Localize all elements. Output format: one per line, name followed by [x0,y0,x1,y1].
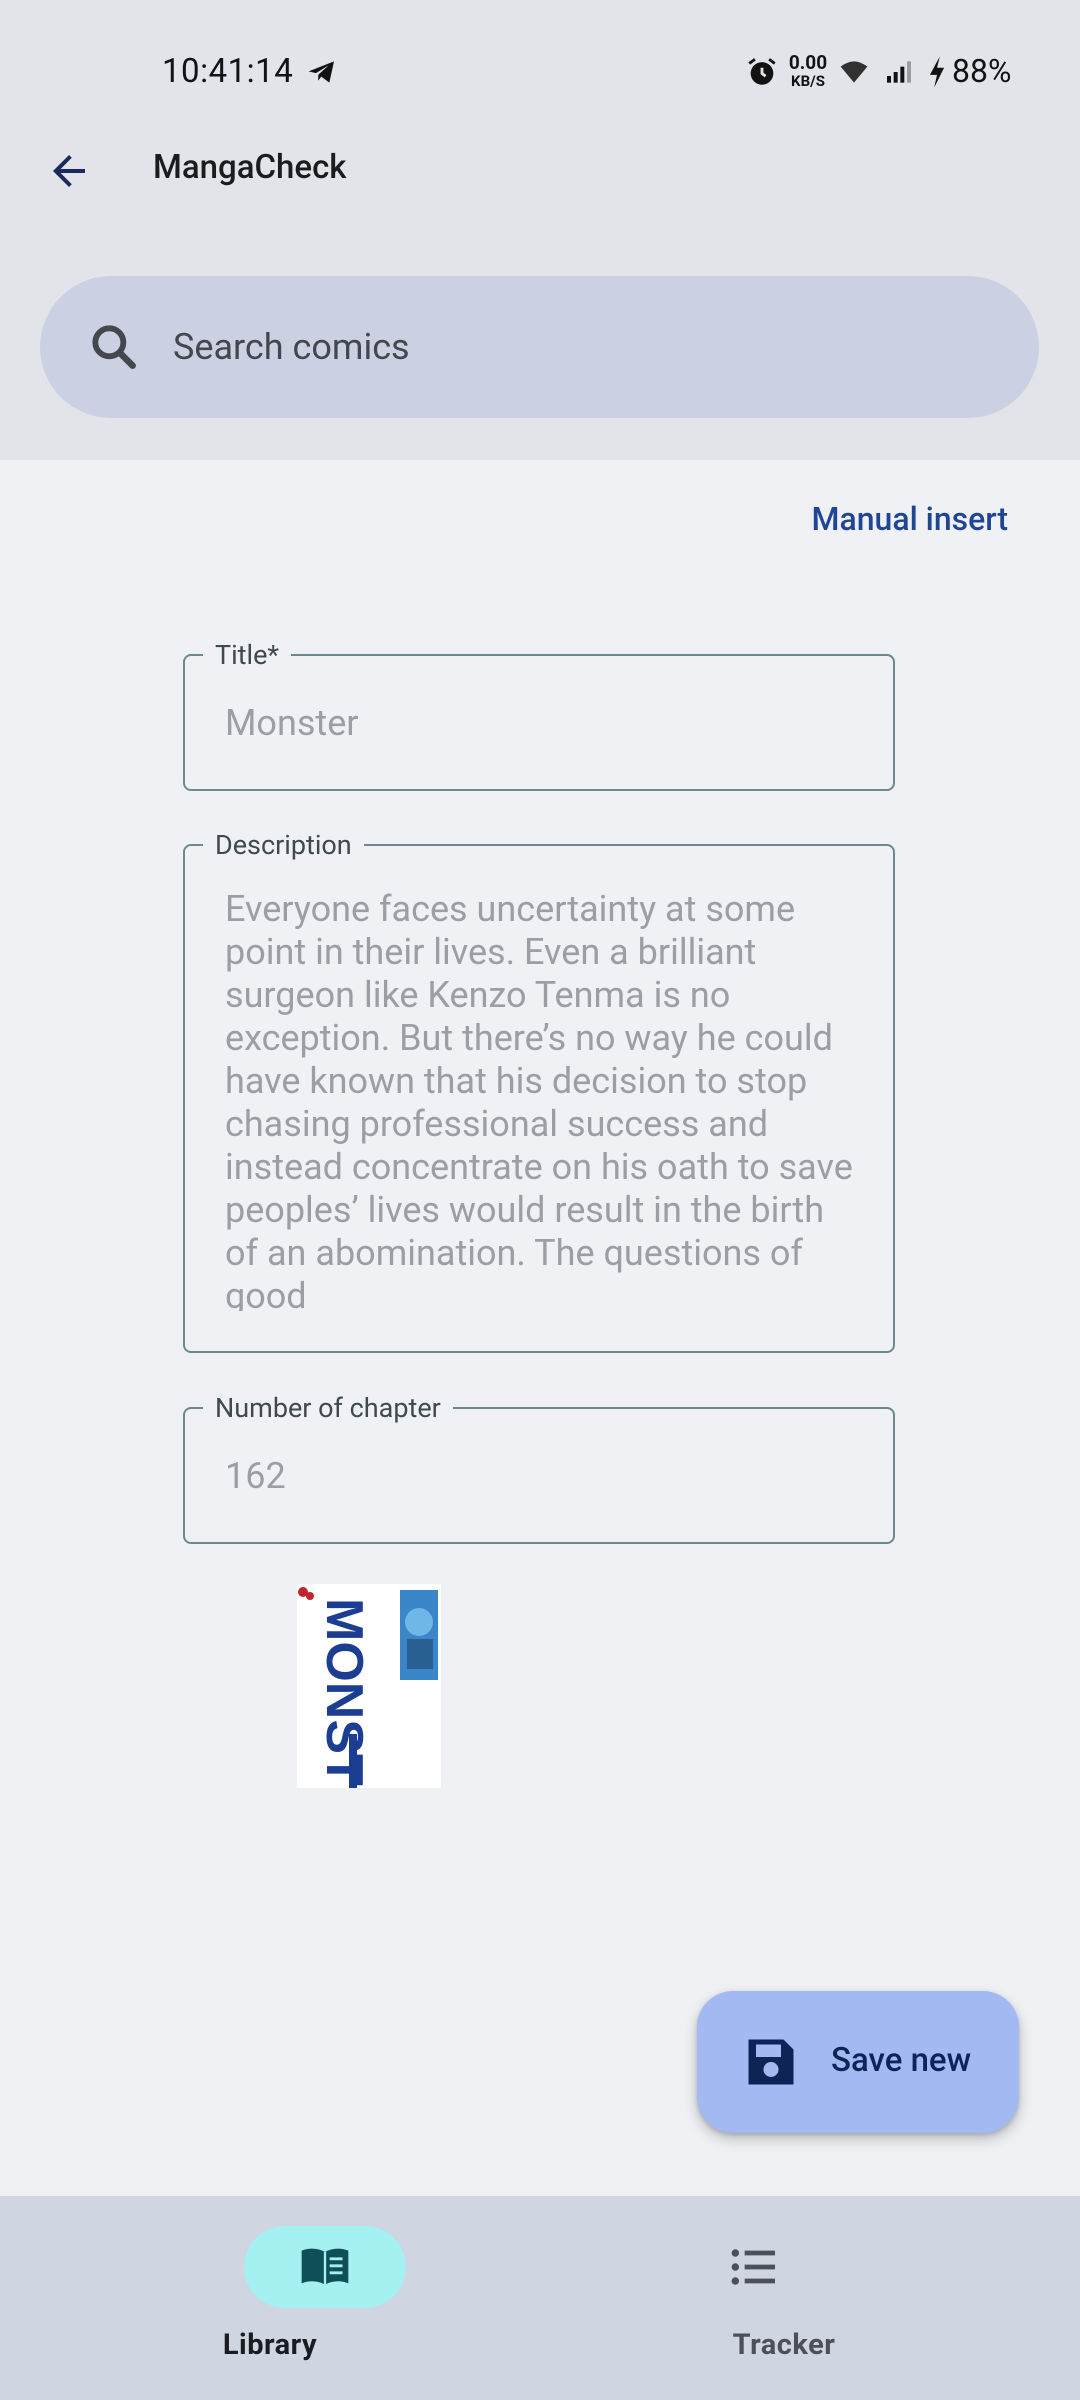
description-field-value: Everyone faces uncertainty at some point… [225,888,853,1311]
list-icon [731,2249,775,2285]
net-speed-unit: KB/S [791,72,825,90]
status-time: 10:41:14 [162,52,294,91]
cover-title-text: MONSTER [315,1598,373,1788]
cover-image: MONSTER [297,1584,441,1788]
nav-tracker[interactable]: Tracker [540,2196,1080,2400]
chapters-field[interactable]: Number of chapter 162 [183,1393,895,1544]
description-field[interactable]: Description Everyone faces uncertainty a… [183,830,895,1353]
cover-art: MONSTER [297,1584,441,1788]
title-field[interactable]: Title* Monster [183,640,895,791]
bottom-navigation: Library Tracker [0,2196,1080,2400]
chapters-field-label: Number of chapter [203,1393,453,1423]
search-bar[interactable]: Search comics [40,276,1039,418]
app-title: MangaCheck [153,148,347,187]
description-scroll-area[interactable]: Everyone faces uncertainty at some point… [225,888,857,1311]
nav-library-label: Library [222,2328,318,2362]
arrow-back-icon [53,155,85,187]
telegram-icon [308,61,334,83]
charging-icon [929,56,945,88]
title-field-label: Title* [203,640,292,670]
back-button[interactable] [38,140,100,202]
top-app-area: 10:41:14 0.00 KB/S 88% MangaCheck Search… [0,0,1080,460]
title-field-value: Monster [225,702,359,744]
network-speed: 0.00 KB/S [783,51,833,90]
book-icon [301,2248,349,2285]
manual-insert-button[interactable]: Manual insert [811,500,1008,538]
chapters-field-value: 162 [225,1455,286,1497]
search-placeholder: Search comics [173,326,410,368]
nav-tracker-label: Tracker [732,2328,836,2362]
alarm-icon [748,58,776,85]
search-icon [92,325,136,369]
net-speed-value: 0.00 [788,51,828,74]
status-bar: 10:41:14 0.00 KB/S 88% [0,0,1080,145]
save-new-button[interactable]: Save new [697,1991,1019,2133]
nav-library[interactable]: Library [0,2196,540,2400]
battery-percentage: 88% [952,52,1012,90]
save-icon [748,2039,794,2085]
wifi-icon [840,61,868,83]
save-new-label: Save new [831,2041,972,2080]
description-field-label: Description [203,830,364,860]
signal-icon [887,61,911,83]
